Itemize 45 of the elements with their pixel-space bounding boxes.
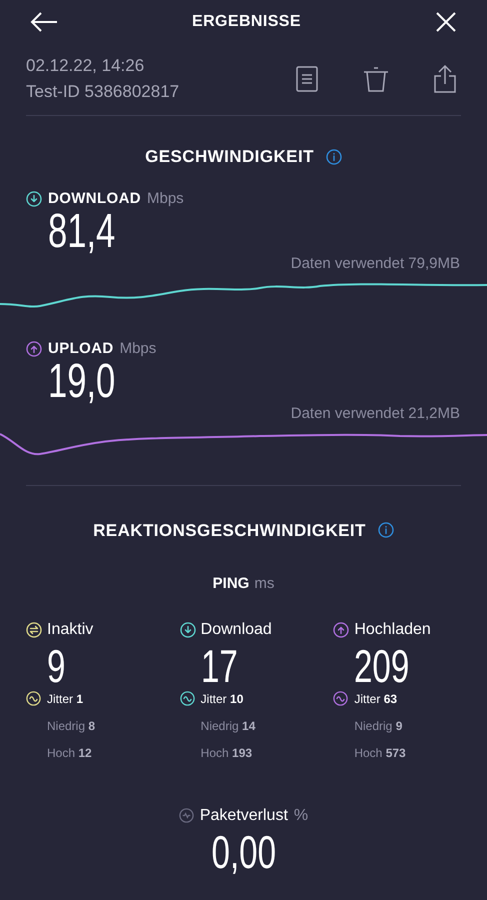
high-text: Hoch 12 [47,744,93,762]
share-icon[interactable] [433,64,457,94]
unit-label: % [294,806,308,826]
packet-loss-value: 0,00 [211,828,276,876]
high-text: Hoch 573 [354,744,407,762]
back-arrow-icon[interactable] [30,11,58,33]
jitter-text: Jitter 63 [354,690,398,708]
page-title: ERGEBNISSE [192,12,301,32]
close-icon[interactable] [434,11,457,33]
ping-value: 17 [200,642,238,690]
low-text: Niedrig 8 [47,718,96,735]
test-id: Test-ID 5386802817 [26,81,180,103]
section-title: GESCHWINDIGKEIT [145,146,314,168]
unit-label: ms [254,574,274,594]
data-used-text: Daten verwendet 79,9MB [290,254,460,274]
high-text: Hoch 193 [200,744,254,762]
speed-value: 19,0 [48,358,116,406]
speed-label: UPLOAD [48,338,114,358]
jitter-text: Jitter 10 [200,690,244,708]
wave-icon [333,691,348,706]
low-text: Niedrig 14 [200,718,256,735]
jitter-text: Jitter 1 [47,690,84,708]
unit-label: Mbps [120,338,156,358]
document-icon[interactable] [295,66,319,92]
unit-label: Mbps [147,188,184,208]
swap-arrows-icon [26,622,42,638]
speed-label: DOWNLOAD [48,188,141,208]
trash-icon[interactable] [363,65,389,93]
ping-value: 9 [47,642,66,690]
info-icon[interactable] [378,522,394,538]
info-icon[interactable] [326,148,342,165]
low-text: Niedrig 9 [354,718,404,735]
wave-icon [26,691,41,706]
ping-value: 209 [354,642,411,690]
data-used-text: Daten verwendet 21,2MB [290,404,460,424]
test-date: 02.12.22, 14:26 [26,55,146,77]
packet-loss-label: Paketverlust [200,806,288,826]
ping-heading: PING [212,574,250,594]
ping-label: Inaktiv [47,620,94,640]
ping-label: Download [200,620,272,640]
pulse-icon [178,808,194,824]
wave-icon [180,691,195,706]
speed-value: 81,4 [48,208,116,256]
ping-label: Hochladen [354,620,431,640]
section-title: REAKTIONSGESCHWINDIGKEIT [93,520,366,542]
